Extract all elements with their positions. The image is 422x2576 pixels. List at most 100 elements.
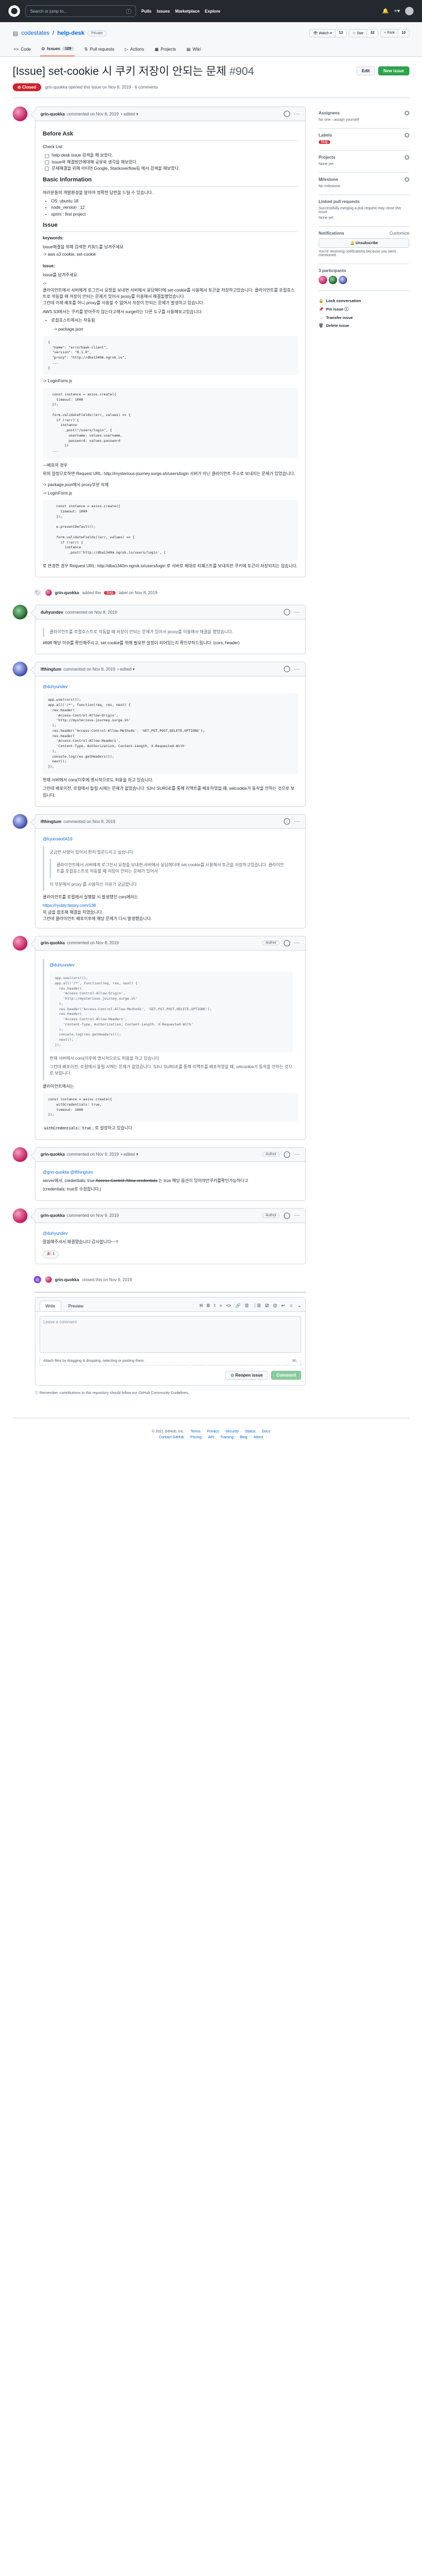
- avatar[interactable]: [13, 605, 27, 620]
- plus-menu-icon[interactable]: +▾: [394, 8, 400, 14]
- kebab-menu-icon[interactable]: ···: [294, 1152, 300, 1157]
- edited-dropdown[interactable]: • edited ▾: [121, 1152, 138, 1157]
- footer-link-blog[interactable]: Blog: [240, 1436, 247, 1439]
- add-reaction-icon[interactable]: [284, 940, 290, 946]
- footer-link-api[interactable]: API: [208, 1436, 214, 1439]
- add-reaction-icon[interactable]: [284, 111, 290, 117]
- numbered-list-icon[interactable]: ⋮☰: [253, 1303, 261, 1308]
- transfer-issue-link[interactable]: → Transfer issue: [319, 315, 409, 320]
- tab-projects[interactable]: ▦ Projects: [154, 43, 177, 56]
- avatar[interactable]: [13, 662, 27, 677]
- avatar[interactable]: [13, 814, 27, 829]
- more-icon[interactable]: ⌄: [298, 1303, 301, 1308]
- checkbox[interactable]: [45, 167, 49, 171]
- bold-icon[interactable]: B: [207, 1303, 210, 1308]
- footer-link-terms[interactable]: Terms: [190, 1430, 200, 1434]
- avatar[interactable]: [329, 276, 337, 284]
- watch-button[interactable]: 👁 Watch ▾ 13: [309, 29, 347, 37]
- comment-time[interactable]: commented on Nov 8, 2019: [63, 819, 115, 824]
- comment-time[interactable]: commented on Nov 8, 2019: [63, 667, 115, 672]
- edit-button[interactable]: Edit: [356, 66, 375, 75]
- avatar[interactable]: [13, 106, 27, 121]
- event-actor[interactable]: grin-quokka: [55, 590, 79, 595]
- user-avatar[interactable]: [405, 7, 414, 15]
- comment-time[interactable]: commented on Nov 9, 2019: [67, 1213, 119, 1218]
- comment-textarea[interactable]: Leave a comment: [40, 1316, 301, 1353]
- gear-icon[interactable]: [405, 155, 409, 160]
- bell-icon[interactable]: 🔔: [382, 8, 389, 14]
- bullet-list-icon[interactable]: ☰: [245, 1303, 248, 1308]
- tab-actions[interactable]: ▷ Actions: [124, 43, 145, 56]
- customize-link[interactable]: Customize: [389, 231, 409, 236]
- reopen-issue-button[interactable]: ⊙ Reopen issue: [225, 1371, 268, 1380]
- attach-files[interactable]: Attach files by dragging & dropping, sel…: [40, 1357, 301, 1366]
- task-list-icon[interactable]: ☑: [265, 1303, 268, 1308]
- comment-author[interactable]: grin-quokka: [41, 941, 65, 945]
- external-link[interactable]: https://ryubly.tistory.com/138: [43, 903, 96, 908]
- tab-issues[interactable]: ⊙ Issues 129: [40, 43, 75, 56]
- gear-icon[interactable]: [405, 133, 409, 138]
- reference-icon[interactable]: ↩: [281, 1303, 285, 1308]
- repo-name-link[interactable]: help-desk: [57, 30, 84, 36]
- footer-link-pricing[interactable]: Pricing: [190, 1436, 202, 1439]
- mention-icon[interactable]: @: [273, 1303, 277, 1308]
- search-input[interactable]: Search or jump to... /: [25, 5, 136, 17]
- comment-author[interactable]: lfthingtum: [41, 819, 61, 824]
- checkbox[interactable]: [45, 160, 49, 165]
- gear-icon[interactable]: [405, 177, 409, 182]
- add-reaction-icon[interactable]: [284, 609, 290, 616]
- kebab-menu-icon[interactable]: ···: [294, 1213, 300, 1218]
- kebab-menu-icon[interactable]: ···: [294, 819, 300, 824]
- avatar[interactable]: [339, 276, 347, 284]
- avatar[interactable]: [319, 276, 327, 284]
- footer-link-security[interactable]: Security: [225, 1430, 238, 1434]
- label-bug[interactable]: bug: [319, 140, 330, 144]
- kebab-menu-icon[interactable]: ···: [294, 941, 300, 945]
- nav-issues[interactable]: Issues: [157, 9, 170, 14]
- footer-link-contact[interactable]: Contact GitHub: [159, 1436, 184, 1439]
- edited-dropdown[interactable]: • edited ▾: [117, 667, 135, 672]
- tab-code[interactable]: <> Code: [13, 43, 32, 56]
- star-count[interactable]: 32: [367, 30, 378, 37]
- footer-link-training[interactable]: Training: [220, 1436, 234, 1439]
- github-logo-icon[interactable]: [8, 5, 20, 17]
- new-issue-button[interactable]: New issue: [378, 66, 409, 75]
- avatar[interactable]: [13, 935, 27, 951]
- nav-pulls[interactable]: Pulls: [141, 9, 151, 14]
- footer-link-about[interactable]: About: [254, 1436, 263, 1439]
- heading-icon[interactable]: H: [199, 1303, 203, 1308]
- repo-owner-link[interactable]: codestates: [21, 30, 49, 36]
- tab-write[interactable]: Write: [40, 1301, 61, 1312]
- comment-time[interactable]: commented on Nov 8, 2019: [65, 610, 117, 615]
- tab-preview[interactable]: Preview: [63, 1301, 89, 1311]
- add-reaction-icon[interactable]: [284, 666, 290, 673]
- tab-wiki[interactable]: ▤ Wiki: [186, 43, 202, 56]
- comment-time[interactable]: commented on Nov 9, 2019: [67, 1152, 119, 1157]
- footer-link-status[interactable]: Status: [245, 1430, 256, 1434]
- comment-author[interactable]: grin-quokka: [41, 112, 65, 117]
- avatar[interactable]: [45, 589, 52, 596]
- add-reaction-icon[interactable]: [284, 1212, 290, 1219]
- nav-explore[interactable]: Explore: [205, 9, 220, 14]
- italic-icon[interactable]: I: [214, 1303, 215, 1308]
- fork-button[interactable]: ⑂ Fork 10: [380, 29, 409, 37]
- avatar[interactable]: [45, 1276, 52, 1283]
- pin-issue-link[interactable]: 📌 Pin issue ⓘ: [319, 306, 409, 312]
- comment-author[interactable]: grin-quokka: [41, 1213, 65, 1218]
- lock-conversation-link[interactable]: 🔒 Lock conversation: [319, 298, 409, 303]
- link-icon[interactable]: 🔗: [235, 1303, 241, 1308]
- reaction-button[interactable]: 🎉 1: [43, 1251, 59, 1259]
- saved-reply-icon[interactable]: ☺: [289, 1303, 293, 1308]
- kebab-menu-icon[interactable]: ···: [294, 610, 300, 615]
- mention-link[interactable]: @hyunseo0419: [43, 837, 72, 841]
- delete-issue-link[interactable]: 🗑 Delete issue: [319, 323, 409, 328]
- code-icon[interactable]: <>: [226, 1303, 231, 1308]
- avatar[interactable]: [13, 1147, 27, 1162]
- mention-link[interactable]: @duhyundev: [50, 963, 74, 967]
- comment-time[interactable]: commented on Nov 8, 2019: [67, 941, 119, 945]
- edited-dropdown[interactable]: • edited ▾: [121, 112, 138, 117]
- footer-link-docs[interactable]: Docs: [262, 1430, 270, 1434]
- tab-pull-requests[interactable]: ⇅ Pull requests: [83, 43, 116, 56]
- comment-time[interactable]: commented on Nov 8, 2019: [67, 112, 119, 117]
- label-bug[interactable]: bug: [104, 590, 116, 595]
